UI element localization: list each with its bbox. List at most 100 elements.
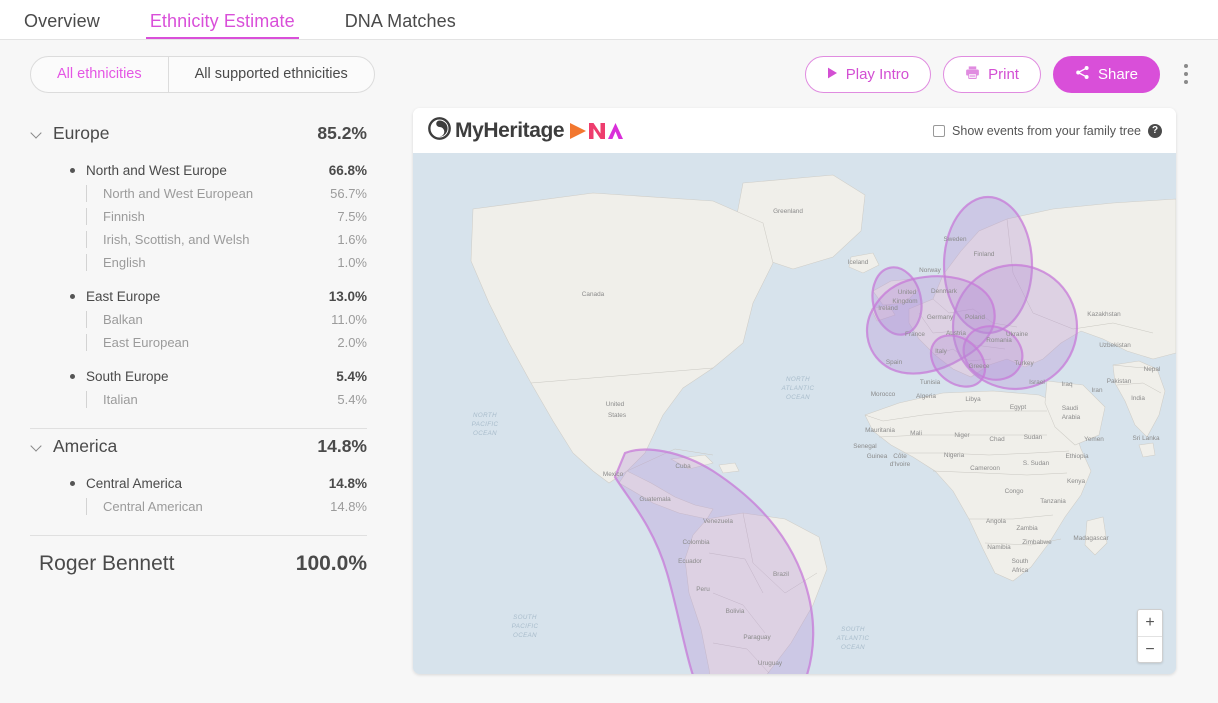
sub-row-finnish[interactable]: Finnish 7.5% <box>30 205 367 228</box>
map-label: Pakistan <box>1107 378 1132 385</box>
sub-row-north-and-west-european[interactable]: North and West European 56.7% <box>30 182 367 205</box>
map-label: Ethiopia <box>1065 453 1089 460</box>
share-label: Share <box>1098 66 1138 83</box>
zoom-in-button[interactable]: + <box>1138 610 1162 636</box>
map-label: Iceland <box>848 259 869 266</box>
map-label: Kingdom <box>892 298 917 305</box>
map-label: Germany <box>927 314 954 321</box>
continent-label: America <box>44 436 317 457</box>
sub-label: East European <box>103 335 337 350</box>
sub-row-english[interactable]: English 1.0% <box>30 251 367 274</box>
map-label: Mexico <box>603 471 624 478</box>
more-options-icon[interactable] <box>1174 57 1198 91</box>
total-row: Roger Bennett 100.0% <box>30 542 367 586</box>
map-label: Sri Lanka <box>1133 435 1160 442</box>
map-label: Guinea <box>867 453 888 460</box>
map-canvas[interactable]: .land { fill:#f0efea; stroke:#cfcdc7; st… <box>413 153 1176 674</box>
ethnicity-filter-segmented-control: All ethnicities All supported ethnicitie… <box>30 56 375 93</box>
toolbar-actions: Play Intro Print <box>805 56 1198 93</box>
sub-value: 1.0% <box>337 255 367 270</box>
map-label: Ecuador <box>678 558 703 565</box>
segment-all-supported-ethnicities[interactable]: All supported ethnicities <box>168 57 374 92</box>
show-family-events-checkbox[interactable] <box>933 125 945 137</box>
map-label: Kazakhstan <box>1087 311 1121 318</box>
toolbar: All ethnicities All supported ethnicitie… <box>0 40 1218 108</box>
tab-overview[interactable]: Overview <box>22 11 102 39</box>
map-label: Israel <box>1029 379 1045 386</box>
map-label: Brazil <box>773 571 789 578</box>
sub-row-irish-scottish-welsh[interactable]: Irish, Scottish, and Welsh 1.6% <box>30 228 367 251</box>
tree-line <box>86 391 87 408</box>
map-label: Mauritania <box>865 427 895 434</box>
map-label: Colombia <box>683 539 710 546</box>
ocean-label: NORTHPACIFICOCEAN <box>472 412 499 437</box>
map-label: Greece <box>969 363 990 370</box>
continent-value: 85.2% <box>317 123 367 144</box>
play-intro-label: Play Intro <box>846 66 909 83</box>
sub-value: 7.5% <box>337 209 367 224</box>
continent-row-europe[interactable]: Europe 85.2% <box>30 118 367 148</box>
map-label: Italy <box>935 348 948 355</box>
myheritage-mark-icon <box>428 117 451 145</box>
map-label: Tanzania <box>1040 498 1066 505</box>
ethnicity-map[interactable]: MyHeritage Show events from your family … <box>413 108 1176 674</box>
tree-line <box>86 334 87 351</box>
total-divider <box>30 535 367 536</box>
chevron-down-icon[interactable] <box>30 439 44 453</box>
map-label: Zimbabwe <box>1022 539 1052 546</box>
sub-row-italian[interactable]: Italian 5.4% <box>30 388 367 411</box>
region-label: South Europe <box>86 369 336 384</box>
show-family-events-row: Show events from your family tree ? <box>933 124 1162 138</box>
region-row-central-america[interactable]: Central America 14.8% <box>30 472 367 495</box>
print-button[interactable]: Print <box>943 56 1041 93</box>
help-icon[interactable]: ? <box>1148 124 1162 138</box>
sub-label: Italian <box>103 392 337 407</box>
play-intro-button[interactable]: Play Intro <box>805 56 931 93</box>
ocean-label: SOUTHPACIFICOCEAN <box>512 614 539 639</box>
map-label: Algeria <box>916 393 936 400</box>
region-row-north-and-west-europe[interactable]: North and West Europe 66.8% <box>30 159 367 182</box>
region-value: 5.4% <box>336 369 367 384</box>
map-label: Kenya <box>1067 478 1086 485</box>
tree-line <box>86 185 87 202</box>
bullet-icon <box>70 294 75 299</box>
region-row-east-europe[interactable]: East Europe 13.0% <box>30 285 367 308</box>
map-label: Ireland <box>878 305 898 312</box>
continent-label: Europe <box>44 123 317 144</box>
chevron-down-icon[interactable] <box>30 126 44 140</box>
map-label: Mali <box>910 430 922 437</box>
region-label: East Europe <box>86 289 329 304</box>
map-zoom-controls: + − <box>1137 609 1163 663</box>
ocean-label: SOUTHATLANTICOCEAN <box>836 626 870 651</box>
segment-all-ethnicities[interactable]: All ethnicities <box>31 57 168 92</box>
region-row-south-europe[interactable]: South Europe 5.4% <box>30 365 367 388</box>
play-icon <box>827 66 838 83</box>
map-label: Iran <box>1091 387 1102 394</box>
map-label: Norway <box>919 267 941 274</box>
share-button[interactable]: Share <box>1053 56 1160 93</box>
tab-ethnicity-estimate[interactable]: Ethnicity Estimate <box>148 11 297 39</box>
sub-row-central-american[interactable]: Central American 14.8% <box>30 495 367 518</box>
tab-dna-matches[interactable]: DNA Matches <box>343 11 458 39</box>
zoom-out-button[interactable]: − <box>1138 636 1162 662</box>
printer-icon <box>965 65 980 84</box>
sub-value: 11.0% <box>331 312 367 327</box>
sub-label: English <box>103 255 337 270</box>
sub-value: 14.8% <box>330 499 367 514</box>
map-label: Romania <box>986 337 1012 344</box>
map-label: Guatemala <box>639 496 671 503</box>
map-label: Poland <box>965 314 985 321</box>
sub-row-balkan[interactable]: Balkan 11.0% <box>30 308 367 331</box>
tree-line <box>86 208 87 225</box>
map-label: Canada <box>582 291 605 298</box>
map-label: Denmark <box>931 288 958 295</box>
map-label: Uruguay <box>758 660 783 667</box>
map-label: Sudan <box>1024 434 1043 441</box>
sub-row-east-european[interactable]: East European 2.0% <box>30 331 367 354</box>
continent-row-america[interactable]: America 14.8% <box>30 431 367 461</box>
tree-line <box>86 231 87 248</box>
map-label: Madagascar <box>1073 535 1109 542</box>
print-label: Print <box>988 66 1019 83</box>
sub-value: 1.6% <box>337 232 367 247</box>
share-icon <box>1075 65 1090 84</box>
